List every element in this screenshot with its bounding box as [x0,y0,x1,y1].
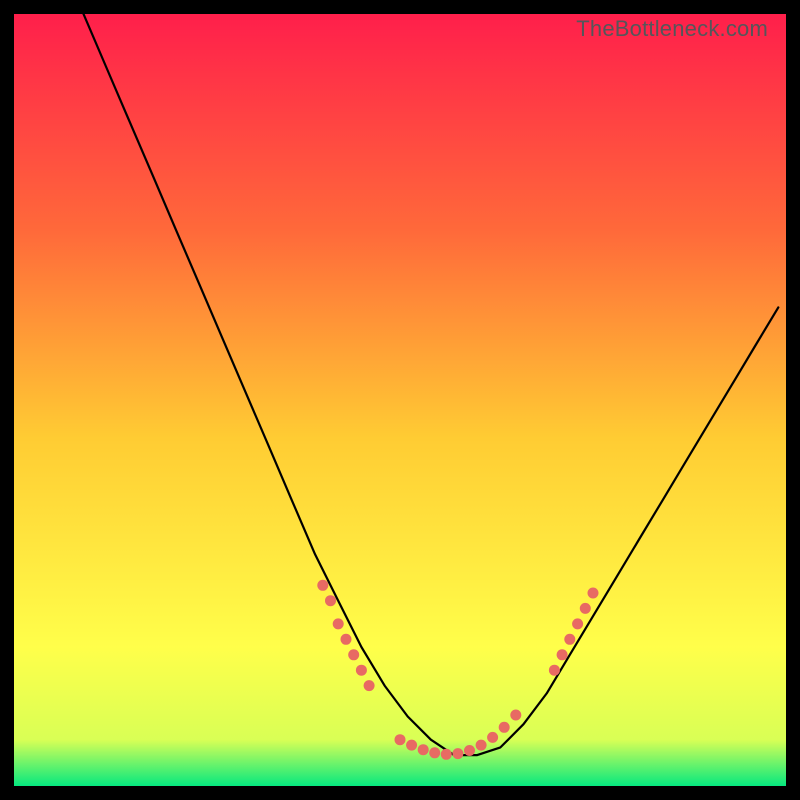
data-point [429,747,440,758]
data-point [418,744,429,755]
data-point [317,580,328,591]
gradient-background [14,14,786,786]
data-point [406,740,417,751]
data-point [341,634,352,645]
data-point [557,649,568,660]
data-point [364,680,375,691]
data-point [464,745,475,756]
data-point [549,665,560,676]
bottleneck-chart [14,14,786,786]
data-point [476,740,487,751]
data-point [325,595,336,606]
data-point [441,749,452,760]
data-point [395,734,406,745]
data-point [487,732,498,743]
chart-frame: TheBottleneck.com [14,14,786,786]
data-point [588,588,599,599]
data-point [348,649,359,660]
data-point [499,722,510,733]
data-point [510,710,521,721]
data-point [580,603,591,614]
data-point [356,665,367,676]
data-point [572,618,583,629]
data-point [564,634,575,645]
data-point [452,748,463,759]
data-point [333,618,344,629]
watermark-text: TheBottleneck.com [576,16,768,42]
